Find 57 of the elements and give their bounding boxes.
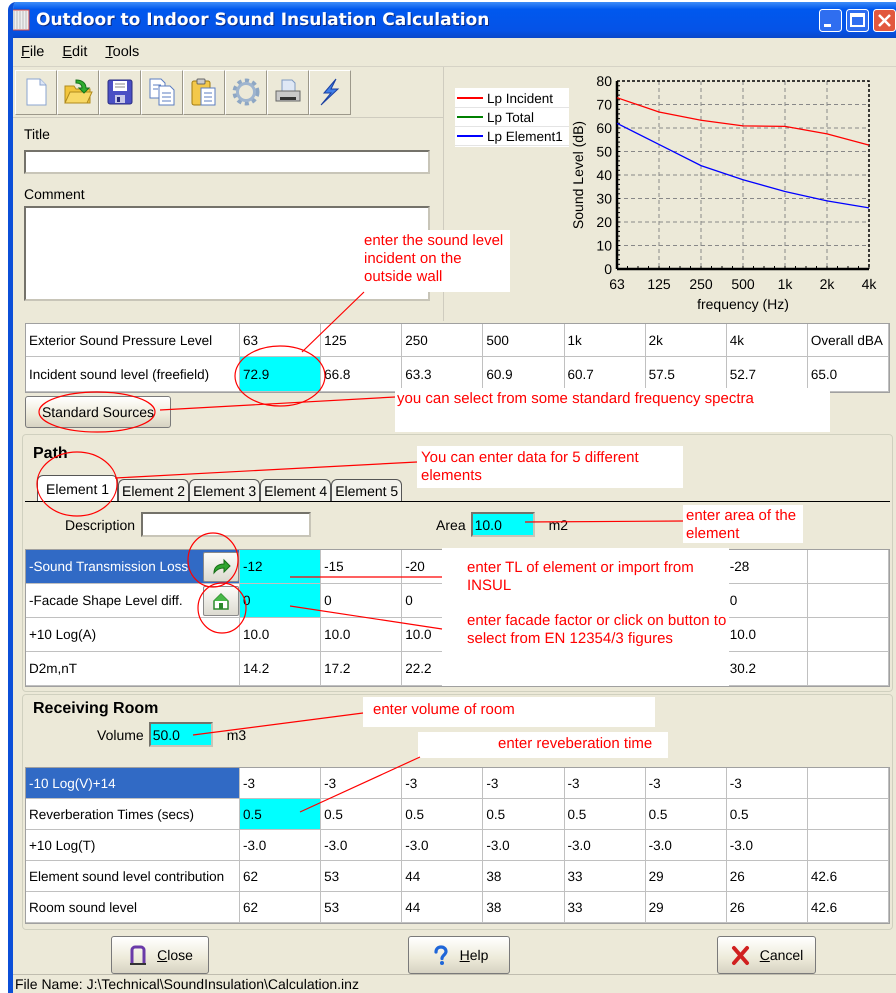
legend-label: Lp Element1 (487, 128, 563, 144)
tick-label: 80 (596, 74, 612, 89)
group-title: Receiving Room (32, 699, 158, 718)
row-header: -10 Log(V)+14 (26, 768, 240, 799)
annotation-tooltip: enter area of the element (683, 505, 803, 543)
column-header: 63 (240, 324, 322, 357)
tick-label: 20 (596, 214, 612, 230)
column-header: Overall dBA (808, 324, 889, 357)
tick-label: 40 (596, 167, 612, 183)
unit-label: m3 (226, 726, 246, 742)
group-title: Path (32, 444, 68, 463)
tick-label: 0 (604, 261, 612, 277)
row-header: Incident sound level (freefield) (26, 357, 240, 392)
axis-title: Sound Level (dB) (570, 120, 586, 230)
column-header: 2k (646, 324, 727, 357)
row-header: +10 Log(T) (26, 830, 240, 861)
column-header: 125 (321, 324, 402, 357)
legend-label: Lp Total (487, 110, 534, 124)
annotation-tooltip: you can select from some standard frequency spectra (395, 388, 830, 432)
field-label: Comment (24, 186, 86, 202)
tick-label: 30 (596, 190, 612, 206)
tick-label: 70 (596, 96, 612, 112)
tick-label: 125 (647, 276, 671, 292)
column-header: 1k (564, 324, 646, 357)
row-header: +10 Log(A) (26, 618, 240, 652)
annotation-tooltip: enter reveberation time (418, 732, 668, 758)
legend-label: Lp Incident (487, 90, 554, 106)
annotation-tooltip: You can enter data for 5 different elements (417, 446, 683, 488)
field-label: Description (65, 516, 136, 532)
annotation-tooltip: enter TL of element or import from INSUL (442, 548, 729, 612)
field-label: Volume (97, 726, 144, 742)
row-label: -Sound Transmission Loss (29, 559, 188, 574)
tick-label: 60 (596, 120, 612, 136)
tick-label: 2k (820, 276, 834, 292)
field-label: Title (24, 126, 51, 142)
annotation-tooltip: enter facade factor or click on button to select from EN 12354/3 figures (442, 612, 729, 686)
row-label: -Facade Shape Level diff. (29, 593, 183, 608)
window-title: Outdoor to Indoor Sound Insulation Calculation (36, 10, 490, 30)
row-header: Room sound level (26, 892, 240, 923)
tick-label: 1k (778, 276, 792, 292)
column-header: 250 (402, 324, 484, 357)
row-header: D2m,nT (26, 652, 240, 686)
axis-title: frequency (Hz) (697, 296, 789, 312)
column-header: Exterior Sound Pressure Level (26, 324, 240, 357)
tick-label: 250 (689, 276, 713, 292)
annotation-tooltip: enter volume of room (363, 697, 655, 727)
row-header: Element sound level contribution (26, 861, 240, 892)
tick-label: 50 (596, 144, 612, 160)
tick-label: 63 (609, 276, 625, 292)
column-header: 500 (483, 324, 564, 357)
status-bar: File Name: J:\Technical\SoundInsulation\Calculation.inz (13, 974, 896, 993)
tick-label: 500 (731, 276, 755, 292)
column-header: 4k (726, 324, 808, 357)
tick-label: 4k (862, 276, 876, 292)
field-label: Area (436, 516, 466, 532)
tick-label: 10 (596, 238, 612, 254)
row-header: Reverberation Times (secs) (26, 799, 240, 830)
